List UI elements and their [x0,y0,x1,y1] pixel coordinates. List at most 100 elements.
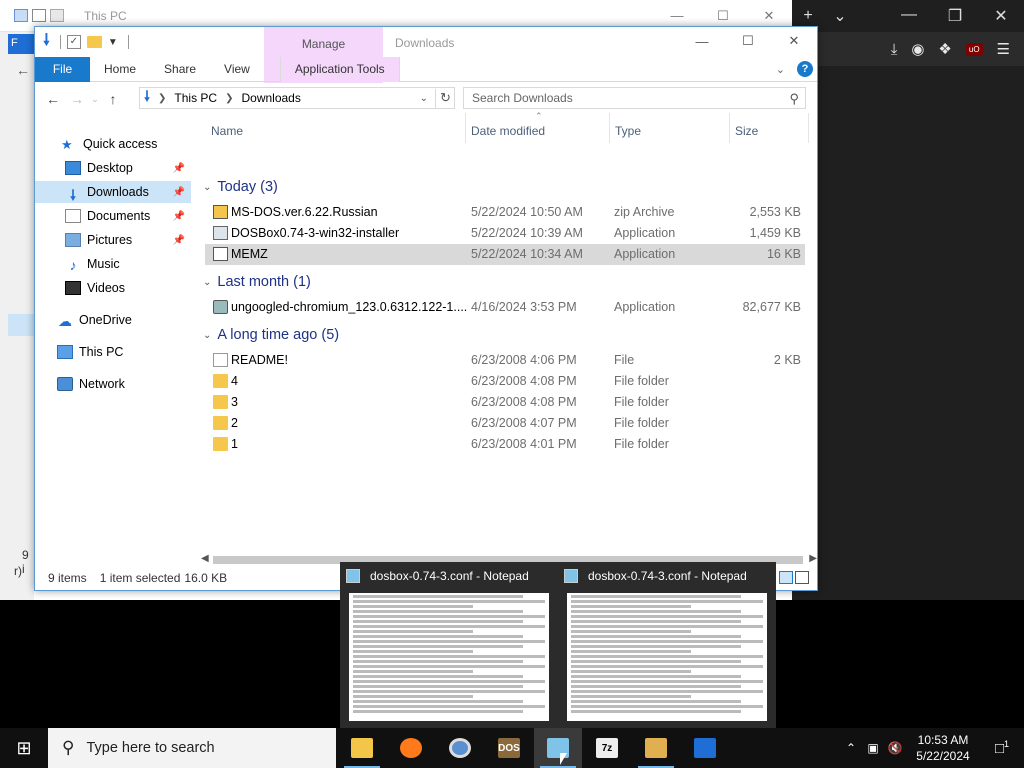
column-header-date-modified[interactable]: Date modified [471,119,545,143]
nav-item-pictures[interactable]: Pictures 📌 [35,229,191,251]
address-bar[interactable]: 🠗 ❯ This PC ❯ Downloads ⌄ [139,87,455,109]
tab-list-button[interactable]: ⌄ [824,6,856,26]
account-icon[interactable]: ◉ [911,40,924,58]
column-header-type[interactable]: Type [615,119,641,143]
back-arrow-icon[interactable]: ← [16,62,30,78]
taskbar-search-box[interactable]: ⚲ Type here to search [48,728,336,768]
pin-icon: 📌 [172,234,185,246]
tab-application-tools[interactable]: Application Tools [279,56,400,82]
tab-share[interactable]: Share [150,57,210,82]
scroll-left-icon[interactable]: ◀ [201,553,209,564]
show-hidden-icons-icon[interactable]: ⌃ [840,741,862,755]
clock[interactable]: 10:53 AM 5/22/2024 [906,732,980,764]
nav-item-onedrive[interactable]: ☁ OneDrive [35,309,191,331]
chevron-right-icon[interactable]: ❯ [158,93,166,104]
back-button[interactable]: ← [41,91,65,107]
scroll-right-icon[interactable]: ▶ [809,553,817,564]
refresh-button[interactable]: ↻ [435,89,455,109]
file-row-selected[interactable]: MEMZ 5/22/2024 10:34 AM Application 16 K… [205,244,805,265]
search-input[interactable]: Search Downloads ⚲ [463,87,806,109]
preview-thumbnail[interactable]: dosbox-0.74-3.conf - Notepad [340,562,558,728]
tab-home[interactable]: Home [90,57,150,82]
taskbar-app-chrome[interactable] [436,728,484,768]
new-folder-icon[interactable] [50,9,64,22]
column-divider[interactable] [808,113,809,143]
pin-icon: 📌 [172,162,185,174]
preview-thumbnail[interactable]: dosbox-0.74-3.conf - Notepad [558,562,776,728]
expand-ribbon-icon[interactable]: ⌄ [776,63,785,76]
file-size: 1,459 KB [749,226,801,240]
group-header-today[interactable]: ⌄ Today (3) [199,176,278,198]
system-tray: ⌃ ▣ 🔇 10:53 AM 5/22/2024 □1 [840,728,1024,768]
taskbar-app-file-explorer[interactable] [338,728,386,768]
column-divider[interactable] [609,113,610,143]
ublock-icon[interactable]: uO [965,42,983,56]
tab-file[interactable]: File [35,56,90,82]
nav-item-this-pc[interactable]: This PC [35,341,191,363]
nav-item-desktop[interactable]: Desktop 📌 [35,157,191,179]
column-divider[interactable] [465,113,466,143]
menu-icon[interactable]: ☰ [997,40,1010,58]
file-row[interactable]: 3 6/23/2008 4:08 PM File folder [205,392,805,413]
forward-button[interactable]: → [65,91,89,107]
browser-close-button[interactable]: ✕ [978,6,1024,26]
column-header-name[interactable]: Name [211,119,243,143]
collapse-chevron-icon[interactable]: ⌄ [203,277,211,288]
details-view-icon[interactable] [779,571,793,584]
taskbar-app-notepad[interactable] [534,728,582,768]
file-row[interactable]: 2 6/23/2008 4:07 PM File folder [205,413,805,434]
file-row[interactable]: ungoogled-chromium_123.0.6312.122-1.... … [205,297,805,318]
group-header-long-time-ago[interactable]: ⌄ A long time ago (5) [199,324,339,346]
nav-item-quick-access[interactable]: ★ Quick access [35,133,191,155]
volume-muted-icon[interactable]: 🔇 [884,741,906,755]
tab-view[interactable]: View [210,57,264,82]
file-row[interactable]: 1 6/23/2008 4:01 PM File folder [205,434,805,455]
column-header-size[interactable]: Size [735,119,758,143]
group-header-last-month[interactable]: ⌄ Last month (1) [199,271,311,293]
close-button[interactable]: ✕ [771,27,817,55]
file-row[interactable]: DOSBox0.74-3-win32-installer 5/22/2024 1… [205,223,805,244]
taskbar-app-wordpad[interactable] [681,728,729,768]
notifications-icon[interactable]: □1 [980,739,1024,757]
chevron-right-icon[interactable]: ❯ [225,93,233,104]
taskbar-app-firefox[interactable] [387,728,435,768]
nav-item-downloads[interactable]: 🠗 Downloads 📌 [35,181,191,203]
file-row[interactable]: MS-DOS.ver.6.22.Russian 5/22/2024 10:50 … [205,202,805,223]
download-icon[interactable]: ⤓ [891,41,898,58]
browser-restore-button[interactable]: ❐ [932,6,978,26]
up-button[interactable]: ↑ [101,91,125,107]
large-icons-view-icon[interactable] [795,571,809,584]
customize-quick-access-icon[interactable]: ▼ [108,37,118,48]
maximize-button[interactable]: ☐ [725,27,771,55]
help-icon[interactable]: ? [797,61,813,77]
background-file-tab[interactable]: F [8,34,34,54]
firefox-icon [400,738,422,758]
start-button[interactable]: ⊞ [0,728,48,768]
taskbar-app-keyboard[interactable] [632,728,680,768]
address-dropdown-icon[interactable]: ⌄ [420,93,428,104]
network-icon[interactable]: ▣ [862,741,884,755]
minimize-button[interactable]: — [679,27,725,55]
breadcrumb-this-pc[interactable]: This PC [174,91,217,105]
collapse-chevron-icon[interactable]: ⌄ [203,330,211,341]
nav-item-music[interactable]: ♪ Music [35,253,191,275]
7zip-icon: 7z [596,738,618,758]
browser-minimize-button[interactable]: — [886,6,932,26]
extensions-icon[interactable]: ❖ [938,40,951,58]
taskbar-app-7zip[interactable]: 7z [583,728,631,768]
taskbar-app-dosbox[interactable]: DOS [485,728,533,768]
nav-item-network[interactable]: Network [35,373,191,395]
properties-icon[interactable] [32,9,46,22]
properties-icon[interactable]: ✓ [66,35,81,49]
breadcrumb-downloads[interactable]: Downloads [241,91,300,105]
file-row[interactable]: README! 6/23/2008 4:06 PM File 2 KB [205,350,805,371]
recent-locations-icon[interactable]: ⌄ [89,94,101,105]
nav-item-documents[interactable]: Documents 📌 [35,205,191,227]
manage-context-tab[interactable]: Manage [264,37,383,51]
new-tab-button[interactable]: + [792,7,824,25]
new-folder-icon[interactable] [86,36,102,48]
column-divider[interactable] [729,113,730,143]
file-row[interactable]: 4 6/23/2008 4:08 PM File folder [205,371,805,392]
collapse-chevron-icon[interactable]: ⌄ [203,182,211,193]
nav-item-videos[interactable]: Videos [35,277,191,299]
